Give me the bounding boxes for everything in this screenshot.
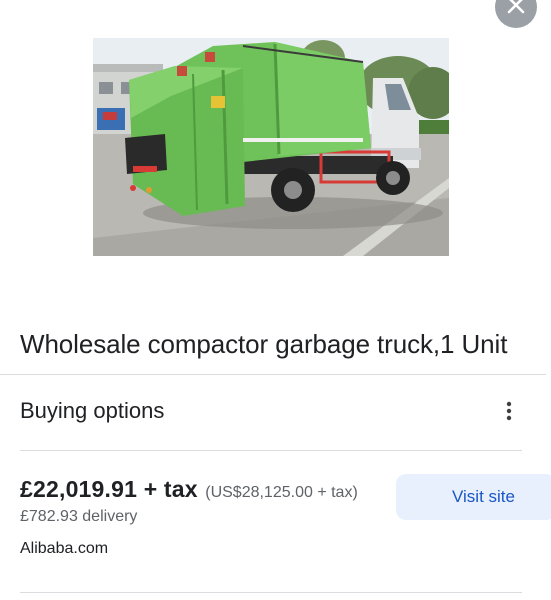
visit-site-button[interactable]: Visit site [396, 474, 551, 520]
offer-price-line: £22,019.91 + tax (US$28,125.00 + tax) [20, 476, 358, 503]
divider [20, 592, 522, 593]
offer-seller: Alibaba.com [20, 540, 109, 557]
product-title: Wholesale compactor garbage truck,1 Unit [20, 329, 508, 359]
close-button[interactable] [495, 0, 537, 28]
close-icon [505, 0, 527, 21]
buying-options-heading: Buying options [20, 398, 165, 423]
divider [20, 450, 522, 451]
more-vert-icon [506, 401, 512, 426]
offer-usd-price: (US$28,125.00 + tax) [205, 484, 358, 501]
product-image[interactable] [93, 38, 449, 256]
more-options-button[interactable] [496, 400, 522, 426]
divider [0, 374, 546, 375]
garbage-truck-illustration [93, 38, 449, 256]
offer-price: £22,019.91 + tax [20, 476, 198, 502]
offer-delivery: £782.93 delivery [20, 508, 138, 525]
